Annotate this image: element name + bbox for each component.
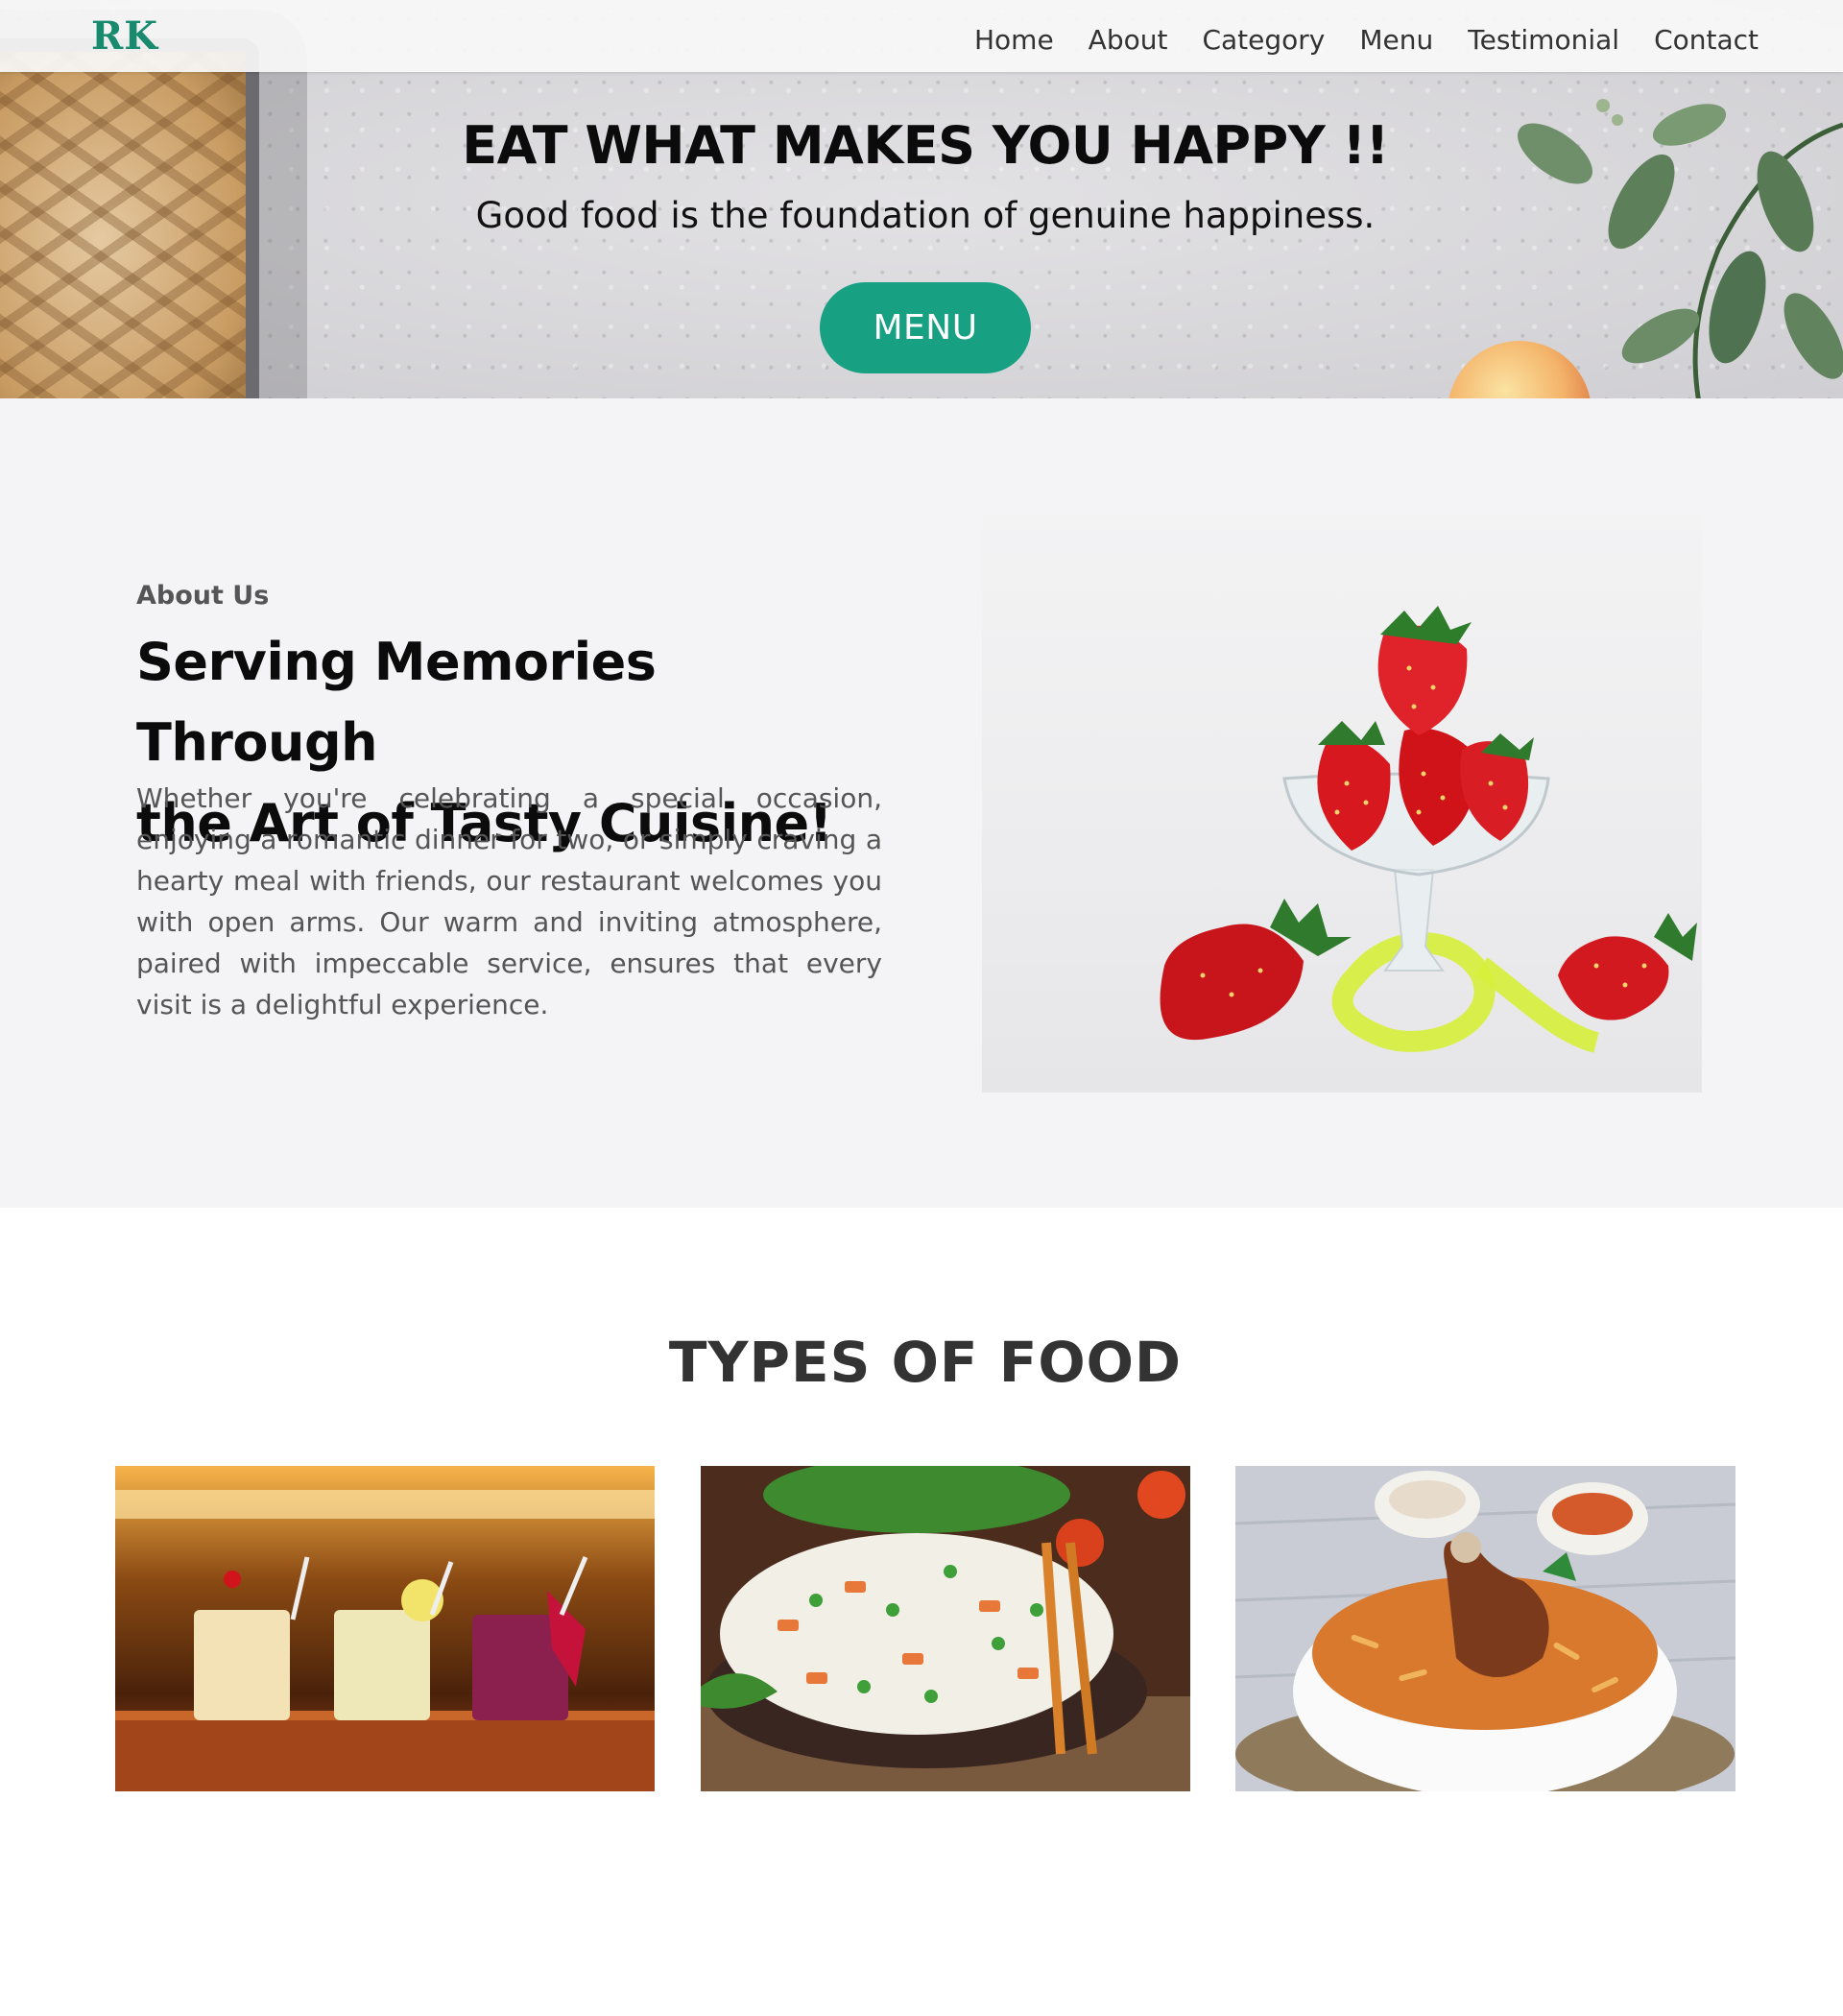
types-of-food-title: TYPES OF FOOD <box>668 1330 1183 1395</box>
about-strawberries-image <box>982 515 1702 1092</box>
about-kicker: About Us <box>136 581 270 611</box>
nav-contact[interactable]: Contact <box>1654 21 1759 60</box>
food-card-biryani[interactable] <box>1235 1466 1735 1791</box>
nav-home[interactable]: Home <box>974 21 1054 60</box>
nav-links: Home About Category Menu Testimonial Con… <box>940 21 1759 60</box>
hero-title: EAT WHAT MAKES YOU HAPPY !! <box>462 115 1389 176</box>
hero-banner: RK Home About Category Menu Testimonial … <box>0 0 1843 398</box>
about-body: Whether you're celebrating a special occ… <box>136 782 882 1020</box>
food-card-cocktails[interactable] <box>115 1466 655 1791</box>
navbar: RK Home About Category Menu Testimonial … <box>0 0 1843 72</box>
about-heading-line1: Serving Memories Through <box>136 632 657 773</box>
nav-about[interactable]: About <box>1089 21 1168 60</box>
nav-category[interactable]: Category <box>1202 21 1325 60</box>
about-section: About Us Serving Memories Through the Ar… <box>0 398 1843 1208</box>
nav-menu[interactable]: Menu <box>1359 21 1433 60</box>
brand-logo[interactable]: RK <box>91 13 158 59</box>
cocktails-image <box>115 1466 655 1791</box>
food-card-fried-rice[interactable] <box>701 1466 1190 1791</box>
menu-button[interactable]: MENU <box>820 282 1031 373</box>
fried-rice-image <box>701 1466 1190 1791</box>
hero-subtitle: Good food is the foundation of genuine h… <box>475 195 1376 236</box>
biryani-image <box>1235 1466 1735 1791</box>
nav-testimonial[interactable]: Testimonial <box>1468 21 1619 60</box>
